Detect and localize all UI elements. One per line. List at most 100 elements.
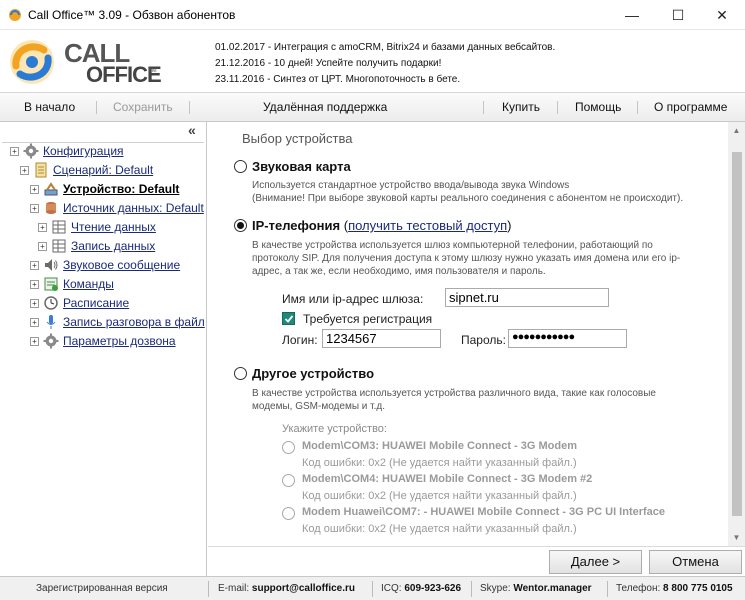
login-input[interactable]: 1234567	[322, 329, 441, 348]
section-title: Выбор устройства	[242, 131, 353, 146]
device-tools-icon	[44, 182, 58, 196]
other-device-label[interactable]: Другое устройство	[252, 366, 374, 381]
other-device-radio[interactable]	[234, 367, 247, 380]
password-input[interactable]: ●●●●●●●●●●●	[508, 329, 627, 348]
expand-icon[interactable]: +	[30, 279, 39, 289]
ip-desc-line: адрес, а так же, если необходимо, имя по…	[252, 266, 546, 277]
device-name[interactable]: Modem\COM4: HUAWEI Mobile Connect - 3G M…	[302, 473, 592, 485]
news-item[interactable]: 21.12.2016 - 10 дней! Успейте получить п…	[215, 56, 555, 72]
sound-card-radio[interactable]	[234, 160, 247, 173]
help-button[interactable]: Помощь	[575, 93, 621, 121]
status-phone: Телефон: 8 800 775 0105	[616, 577, 733, 600]
tree-item-sound-message[interactable]: + Звуковое сообщение	[30, 256, 180, 274]
registration-checkbox[interactable]	[282, 312, 295, 325]
tree-item-commands[interactable]: + Команды	[30, 275, 114, 293]
tree-item-label[interactable]: Чтение данных	[71, 220, 156, 234]
close-button[interactable]: ✕	[699, 0, 745, 30]
news-item[interactable]: 01.02.2017 - Интеграция с amoCRM, Bitrix…	[215, 40, 555, 56]
expand-icon[interactable]: +	[38, 241, 47, 251]
menu-divider	[557, 101, 558, 114]
app-icon	[9, 9, 21, 21]
tree-item-label[interactable]: Расписание	[63, 296, 129, 310]
microphone-icon	[46, 315, 56, 329]
tree-item-label[interactable]: Устройство: Default	[63, 182, 179, 196]
tree-item-configuration[interactable]: + Конфигурация	[10, 142, 124, 160]
gateway-input[interactable]: sipnet.ru	[445, 288, 609, 307]
expand-icon[interactable]: +	[10, 146, 19, 156]
menu-bar: В начало Сохранить Удалённая поддержка К…	[0, 92, 745, 122]
maximize-button[interactable]: ☐	[655, 0, 701, 30]
device-radio[interactable]	[282, 474, 295, 487]
device-radio[interactable]	[282, 507, 295, 520]
tree-item-label[interactable]: Источник данных: Default	[63, 201, 204, 215]
menu-divider	[637, 101, 638, 114]
home-button[interactable]: В начало	[24, 93, 75, 121]
device-radio[interactable]	[282, 441, 295, 454]
tree-item-scenario[interactable]: + Сценарий: Default	[20, 161, 153, 179]
ip-telephony-label[interactable]: IP-телефония	[252, 218, 340, 233]
checkmark-icon	[284, 315, 294, 323]
menu-divider	[96, 101, 97, 114]
next-button[interactable]: Далее >	[549, 550, 642, 574]
gear-icon	[23, 143, 39, 159]
vertical-scrollbar[interactable]: ▲ ▼	[728, 122, 745, 546]
tree-item-read-data[interactable]: + Чтение данных	[38, 218, 156, 236]
tree-item-label[interactable]: Параметры дозвона	[63, 334, 176, 348]
tree-item-label[interactable]: Запись данных	[71, 239, 155, 253]
device-name[interactable]: Modem Huawei\COM7: - HUAWEI Mobile Conne…	[302, 506, 665, 518]
save-button[interactable]: Сохранить	[113, 93, 173, 121]
menu-divider	[483, 101, 484, 114]
expand-icon[interactable]: +	[38, 222, 47, 232]
tree-item-label[interactable]: Конфигурация	[43, 144, 124, 158]
tree-item-datasource[interactable]: + Источник данных: Default	[30, 199, 204, 217]
ip-telephony-radio[interactable]	[234, 219, 247, 232]
news-item[interactable]: 23.11.2016 - Синтез от ЦРТ. Многопоточно…	[215, 72, 555, 88]
tree-item-label[interactable]: Звуковое сообщение	[63, 258, 180, 272]
tree-item-label[interactable]: Сценарий: Default	[53, 163, 153, 177]
tree-item-device[interactable]: + Устройство: Default	[30, 180, 179, 198]
expand-icon[interactable]: +	[20, 165, 29, 175]
device-selection-panel: Выбор устройства Звуковая карта Использу…	[208, 122, 745, 546]
device-error: Код ошибки: 0x2 (Не удается найти указан…	[302, 523, 577, 535]
commands-icon	[44, 277, 58, 291]
tree-item-write-data[interactable]: + Запись данных	[38, 237, 155, 255]
login-label: Логин:	[282, 333, 318, 347]
scroll-thumb[interactable]	[732, 152, 742, 516]
expand-icon[interactable]: +	[30, 184, 39, 194]
remote-support-button[interactable]: Удалённая поддержка	[263, 93, 387, 121]
phone-label: Телефон:	[616, 583, 664, 594]
sound-card-warning: (Внимание! При выборе звуковой карты реа…	[252, 193, 684, 204]
cancel-button[interactable]: Отмена	[649, 550, 742, 574]
sound-card-label[interactable]: Звуковая карта	[252, 159, 351, 174]
specify-device-label: Укажите устройство:	[282, 423, 387, 435]
expand-icon[interactable]: +	[30, 298, 39, 308]
tree-item-label[interactable]: Запись разговора в файл	[63, 315, 205, 329]
tree-item-label[interactable]: Команды	[63, 277, 114, 291]
about-button[interactable]: О программе	[654, 93, 727, 121]
device-name[interactable]: Modem\COM3: HUAWEI Mobile Connect - 3G M…	[302, 440, 577, 452]
tree-item-dial-params[interactable]: + Параметры дозвона	[30, 332, 176, 350]
ip-desc-line: В качестве устройства используется шлюз …	[252, 240, 653, 251]
database-icon	[46, 202, 56, 214]
button-bar: Далее > Отмена	[208, 546, 745, 576]
config-tree: « + Конфигурация + Сценарий: Default + У…	[0, 122, 207, 576]
minimize-button[interactable]: —	[609, 0, 655, 30]
expand-icon[interactable]: +	[30, 260, 39, 270]
expand-icon[interactable]: +	[30, 203, 39, 213]
test-access-link[interactable]: получить тестовый доступ	[348, 218, 507, 233]
tree-item-call-recording[interactable]: + Запись разговора в файл	[30, 313, 205, 331]
tree-item-schedule[interactable]: + Расписание	[30, 294, 129, 312]
device-error: Код ошибки: 0x2 (Не удается найти указан…	[302, 490, 577, 502]
scroll-down-icon[interactable]: ▼	[728, 529, 745, 546]
status-skype: Skype: Wentor.manager	[480, 577, 592, 600]
ip-telephony-label-row: IP-телефония (получить тестовый доступ)	[252, 218, 512, 233]
registration-label[interactable]: Требуется регистрация	[303, 312, 432, 326]
scroll-up-icon[interactable]: ▲	[728, 122, 745, 139]
collapse-panel-icon[interactable]: «	[188, 122, 196, 138]
email-link[interactable]: support@calloffice.ru	[252, 583, 355, 594]
buy-button[interactable]: Купить	[502, 93, 540, 121]
gear-icon	[43, 333, 59, 349]
logo-word-office: OFFICE	[86, 62, 162, 87]
expand-icon[interactable]: +	[30, 336, 39, 346]
expand-icon[interactable]: +	[30, 317, 39, 327]
